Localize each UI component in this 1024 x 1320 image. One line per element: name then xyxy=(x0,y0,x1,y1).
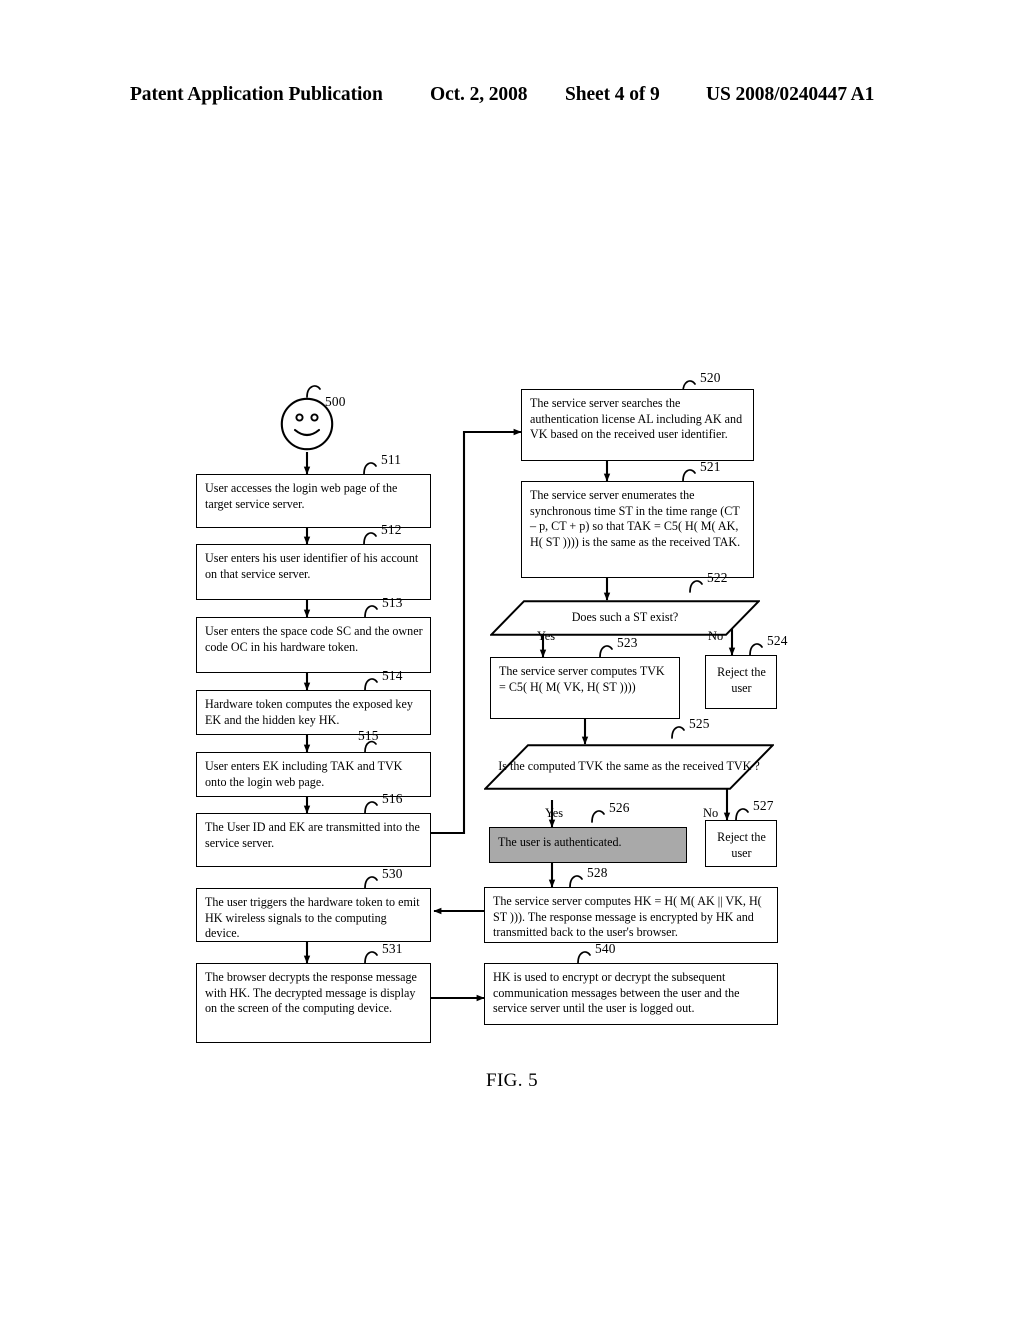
ref-numeral-514: 514 xyxy=(382,668,403,683)
flow-node-521[interactable]: The service server enumerates the synchr… xyxy=(521,481,754,578)
flow-node-523-text: The service server computes TVK = C5( H(… xyxy=(499,664,665,694)
flow-node-530-text: The user triggers the hardware token to … xyxy=(205,895,420,941)
flow-node-515-text: User enters EK including TAK and TVK ont… xyxy=(205,759,403,789)
flow-node-530[interactable]: The user triggers the hardware token to … xyxy=(196,888,431,942)
figure-caption: FIG. 5 xyxy=(485,1070,538,1091)
flow-node-525-text: Is the computed TVK the same as the rece… xyxy=(498,759,760,774)
ref-numeral-526: 526 xyxy=(609,800,630,815)
flow-node-514-text: Hardware token computes the exposed key … xyxy=(205,697,413,727)
branch-label-525-no: No xyxy=(703,806,719,820)
flow-node-512-text: User enters his user identifier of his a… xyxy=(205,551,419,581)
ref-numeral-513: 513 xyxy=(382,595,403,610)
flow-node-512[interactable]: User enters his user identifier of his a… xyxy=(196,544,431,600)
flow-node-526[interactable]: The user is authenticated. xyxy=(489,827,687,863)
branch-label-522-no: No xyxy=(708,629,724,643)
flow-node-527-text: Reject the user xyxy=(717,830,766,860)
ref-numeral-540: 540 xyxy=(595,941,616,956)
ref-numeral-531: 531 xyxy=(382,941,403,956)
ref-numeral-512: 512 xyxy=(381,522,402,537)
flow-node-526-text: The user is authenticated. xyxy=(498,835,622,849)
ref-numeral-523: 523 xyxy=(617,635,638,650)
ref-numeral-528: 528 xyxy=(587,865,608,880)
flow-node-523[interactable]: The service server computes TVK = C5( H(… xyxy=(490,657,680,719)
flow-node-516-text: The User ID and EK are transmitted into … xyxy=(205,820,420,850)
ref-numeral-522: 522 xyxy=(707,570,728,585)
branch-label-525-yes: Yes xyxy=(545,806,564,820)
figure-5-flowchart: User accesses the login web page of the … xyxy=(0,0,1024,1320)
flow-node-514[interactable]: Hardware token computes the exposed key … xyxy=(196,690,431,735)
flow-node-520-text: The service server searches the authenti… xyxy=(530,396,743,442)
flow-node-513-text: User enters the space code SC and the ow… xyxy=(205,624,423,654)
flow-node-521-text: The service server enumerates the synchr… xyxy=(530,488,741,550)
flow-node-511-text: User accesses the login web page of the … xyxy=(205,481,398,511)
ref-numeral-500: 500 xyxy=(325,394,346,409)
flow-node-524[interactable]: Reject the user xyxy=(705,655,777,709)
ref-numeral-527: 527 xyxy=(753,798,774,813)
flow-node-520[interactable]: The service server searches the authenti… xyxy=(521,389,754,461)
flow-node-531[interactable]: The browser decrypts the response messag… xyxy=(196,963,431,1043)
flow-node-511[interactable]: User accesses the login web page of the … xyxy=(196,474,431,528)
ref-numeral-530: 530 xyxy=(382,866,403,881)
flow-node-527[interactable]: Reject the user xyxy=(705,820,777,867)
flow-node-528-text: The service server computes HK = H( M( A… xyxy=(493,894,762,940)
ref-numeral-524: 524 xyxy=(767,633,788,648)
flow-node-540-text: HK is used to encrypt or decrypt the sub… xyxy=(493,970,740,1016)
ref-numeral-516: 516 xyxy=(382,791,403,806)
flow-node-540[interactable]: HK is used to encrypt or decrypt the sub… xyxy=(484,963,778,1025)
ref-numeral-525: 525 xyxy=(689,716,710,731)
flow-node-516[interactable]: The User ID and EK are transmitted into … xyxy=(196,813,431,867)
flow-node-513[interactable]: User enters the space code SC and the ow… xyxy=(196,617,431,673)
flow-node-528[interactable]: The service server computes HK = H( M( A… xyxy=(484,887,778,943)
ref-numeral-521: 521 xyxy=(700,459,721,474)
ref-numeral-520: 520 xyxy=(700,370,721,385)
branch-label-522-yes: Yes xyxy=(537,629,556,643)
flow-node-525[interactable]: Is the computed TVK the same as the rece… xyxy=(484,744,774,790)
ref-numeral-515: 515 xyxy=(358,728,379,743)
ref-numeral-511: 511 xyxy=(381,452,402,467)
flow-node-531-text: The browser decrypts the response messag… xyxy=(205,970,417,1016)
flow-node-524-text: Reject the user xyxy=(717,665,766,695)
